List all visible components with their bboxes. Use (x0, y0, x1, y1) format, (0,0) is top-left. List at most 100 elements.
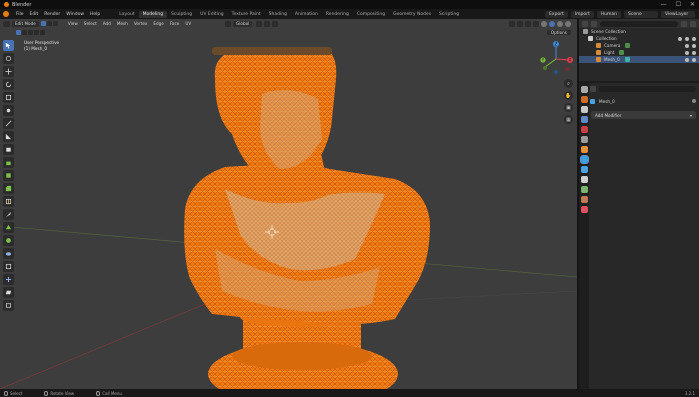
view-layer-selector[interactable]: ViewLayer (661, 10, 695, 18)
face-select-icon[interactable] (52, 21, 58, 26)
add-cube-tool[interactable] (3, 144, 14, 155)
knife-tool[interactable] (3, 209, 14, 220)
mode-dropdown[interactable]: Edit Mode (12, 20, 39, 27)
checkbox-icon[interactable] (678, 36, 682, 41)
tab-modeling[interactable]: Modeling (138, 10, 168, 18)
edge-select-icon[interactable] (46, 21, 52, 26)
tab-compositing[interactable]: Compositing (353, 11, 389, 18)
minimize-button[interactable]: — (661, 1, 667, 8)
eye-icon[interactable] (685, 50, 689, 55)
camera-render-icon[interactable] (692, 57, 696, 62)
outliner-row-collection[interactable]: Collection (579, 35, 699, 42)
bevel-tool[interactable] (3, 183, 14, 194)
gizmo-toggle-icon[interactable] (517, 20, 523, 27)
solid-shading-icon[interactable] (549, 20, 555, 27)
tab-texture-paint[interactable]: Texture Paint (228, 11, 265, 18)
tab-scripting[interactable]: Scripting (435, 11, 463, 18)
mesh-data-icon[interactable] (624, 57, 630, 62)
tab-animation[interactable]: Animation (291, 11, 322, 18)
camera-render-icon[interactable] (692, 43, 696, 48)
transform-tool[interactable] (3, 105, 14, 116)
export-button[interactable]: Export (545, 10, 568, 18)
output-tab-icon[interactable] (580, 106, 588, 113)
vertex-select-icon[interactable] (40, 21, 46, 26)
new-collection-icon[interactable] (690, 20, 696, 27)
menu-uv[interactable]: UV (182, 21, 194, 26)
pin-icon[interactable] (692, 99, 696, 103)
add-modifier-button[interactable]: Add Modifier ▾ (591, 111, 696, 119)
filter-icon[interactable] (681, 20, 687, 27)
proportional-edit-icon[interactable] (272, 20, 279, 27)
select-extend-icon[interactable] (22, 29, 27, 35)
import-button[interactable]: Import (570, 10, 594, 18)
outliner-editor-icon[interactable] (582, 20, 588, 27)
eye-icon[interactable] (685, 57, 689, 62)
wireframe-shading-icon[interactable] (541, 20, 547, 27)
material-shading-icon[interactable] (557, 20, 563, 27)
xray-toggle-icon[interactable] (533, 20, 539, 27)
menu-mesh[interactable]: Mesh (114, 21, 131, 26)
annotate-tool[interactable] (3, 118, 14, 129)
outliner-search-input[interactable] (600, 20, 678, 27)
human-button[interactable]: Human (596, 10, 621, 18)
eye-icon[interactable] (685, 43, 689, 48)
navigation-gizmo[interactable]: Z X Y (536, 39, 576, 79)
menu-render[interactable]: Render (41, 12, 63, 17)
shrink-fatten-tool[interactable] (3, 274, 14, 285)
menu-select[interactable]: Select (81, 21, 100, 26)
tab-geometry-nodes[interactable]: Geometry Nodes (389, 11, 435, 18)
outliner-row-mesh[interactable]: Mesh_0 (579, 56, 699, 63)
properties-editor-icon[interactable] (590, 86, 596, 92)
particles-tab-icon[interactable] (580, 166, 588, 173)
viewport-scene[interactable] (0, 19, 577, 389)
render-tab-icon[interactable] (580, 96, 588, 103)
menu-edge[interactable]: Edge (150, 21, 167, 26)
world-tab-icon[interactable] (580, 136, 588, 143)
view-layer-tab-icon[interactable] (580, 116, 588, 123)
extrude-tool[interactable] (3, 157, 14, 168)
outliner-row-light[interactable]: Light (579, 49, 699, 56)
outliner-display-mode-icon[interactable] (591, 20, 597, 27)
close-button[interactable]: ✕ (690, 1, 695, 8)
measure-tool[interactable] (3, 131, 14, 142)
orientation-dropdown[interactable]: Global (233, 20, 253, 27)
rip-region-tool[interactable] (3, 300, 14, 311)
pivot-icon[interactable] (256, 20, 263, 27)
menu-edit[interactable]: Edit (27, 12, 42, 17)
editor-type-icon[interactable] (3, 20, 10, 27)
rendered-shading-icon[interactable] (565, 20, 571, 27)
visibility-icon[interactable] (509, 20, 515, 27)
tab-layout[interactable]: Layout (115, 11, 138, 18)
inset-tool[interactable] (3, 170, 14, 181)
material-tab-icon[interactable] (580, 206, 588, 213)
tool-tab-icon[interactable] (580, 86, 588, 93)
menu-help[interactable]: Help (87, 12, 103, 17)
data-tab-icon[interactable] (580, 196, 588, 203)
3d-viewport[interactable]: Edit Mode View Select Add Mesh Vertex Ed… (0, 19, 577, 389)
scene-tab-icon[interactable] (580, 126, 588, 133)
maximize-button[interactable]: ☐ (676, 1, 681, 8)
spin-tool[interactable] (3, 235, 14, 246)
select-invert-icon[interactable] (34, 29, 39, 35)
select-subtract-icon[interactable] (28, 29, 33, 35)
physics-tab-icon[interactable] (580, 176, 588, 183)
smooth-tool[interactable] (3, 248, 14, 259)
transform-orientation-icon[interactable] (225, 20, 231, 27)
select-tool[interactable] (3, 40, 14, 51)
select-intersect-icon[interactable] (40, 29, 45, 35)
camera-view-icon[interactable]: ▣ (564, 103, 573, 112)
rotate-tool[interactable] (3, 79, 14, 90)
tab-sculpting[interactable]: Sculpting (167, 11, 196, 18)
scale-tool[interactable] (3, 92, 14, 103)
tab-rendering[interactable]: Rendering (322, 11, 353, 18)
camera-render-icon[interactable] (692, 50, 696, 55)
tab-shading[interactable]: Shading (265, 11, 291, 18)
menu-window[interactable]: Window (63, 12, 87, 17)
snap-icon[interactable] (264, 20, 271, 27)
options-dropdown[interactable]: Options (546, 29, 571, 35)
blender-menu-icon[interactable] (3, 11, 9, 17)
perspective-toggle-icon[interactable]: ▦ (564, 115, 573, 124)
poly-build-tool[interactable] (3, 222, 14, 233)
eye-icon[interactable] (685, 36, 689, 41)
overlay-toggle-icon[interactable] (525, 20, 531, 27)
